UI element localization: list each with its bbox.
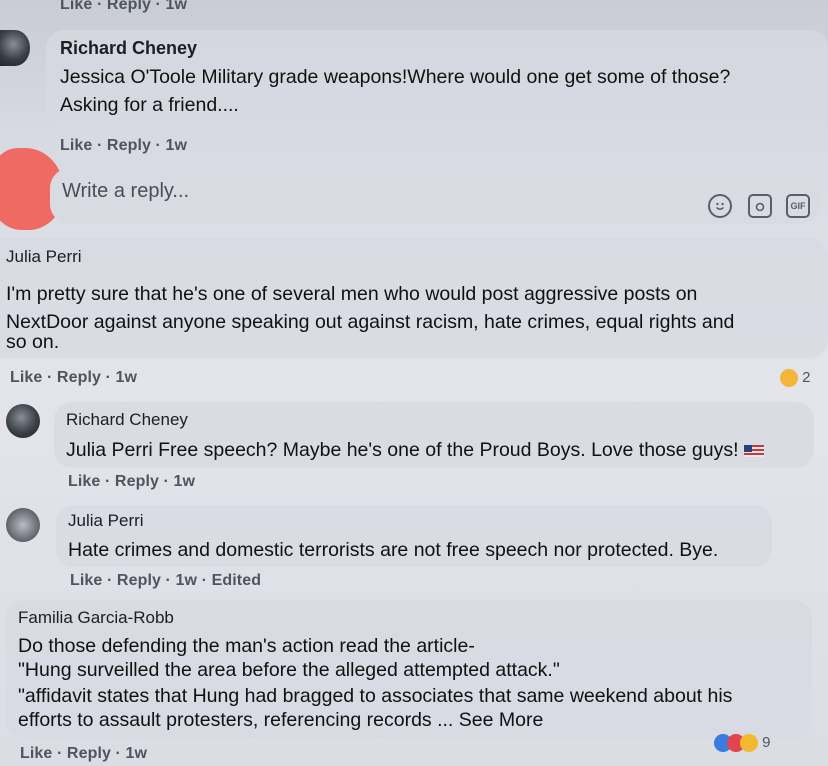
comment-actions[interactable]: Like · Reply · 1w — [10, 369, 137, 387]
reaction-summary[interactable]: 2 — [780, 369, 811, 388]
avatar[interactable] — [0, 30, 30, 66]
comment-author[interactable]: Familia Garcia-Robb — [18, 608, 174, 628]
comment-actions[interactable]: Like · Reply · 1w — [68, 473, 195, 491]
reaction-count: 2 — [802, 369, 811, 386]
comment-text-line: efforts to assault protesters, referenci… — [18, 709, 544, 731]
comment-author[interactable]: Julia Perri — [68, 511, 144, 531]
comment-text-line: Asking for a friend.... — [60, 94, 239, 116]
gif-label: GIF — [790, 201, 806, 211]
haha-emoji-icon — [740, 734, 758, 753]
comment-author[interactable]: Julia Perri — [6, 247, 82, 267]
comment-author[interactable]: Richard Cheney — [66, 410, 188, 430]
comment-actions[interactable]: Like · Reply · 1w — [60, 137, 187, 155]
reply-input[interactable]: Write a reply... — [62, 180, 189, 203]
comment-actions[interactable]: Like · Reply · 1w · Edited — [70, 572, 261, 590]
reaction-count: 9 — [762, 734, 771, 751]
us-flag-icon — [743, 444, 764, 457]
camera-icon[interactable] — [748, 194, 772, 218]
comment-text-line: I'm pretty sure that he's one of several… — [6, 283, 698, 305]
comment-text-line: "Hung surveilled the area before the all… — [18, 659, 560, 681]
avatar[interactable] — [6, 404, 40, 438]
sad-emoji-icon — [780, 369, 798, 388]
comment-text-line: Julia Perri Free speech? Maybe he's one … — [66, 436, 764, 464]
comment-text-line: NextDoor against anyone speaking out aga… — [6, 311, 735, 333]
comment-meta-top: Like · Reply · 1w — [60, 0, 188, 13]
reaction-summary[interactable]: 9 — [714, 734, 771, 753]
smiley-icon[interactable] — [708, 194, 732, 218]
avatar[interactable] — [6, 508, 40, 542]
comment-text: Julia Perri Free speech? Maybe he's one … — [66, 439, 739, 461]
comment-text-line: so on. — [6, 331, 60, 353]
comment-text-line: Jessica O'Toole Military grade weapons!W… — [60, 66, 731, 88]
comment-author[interactable]: Richard Cheney — [60, 38, 197, 59]
comment-text-line: Hate crimes and domestic terrorists are … — [68, 539, 719, 561]
comment-actions[interactable]: Like · Reply · 1w — [20, 745, 147, 763]
gif-icon[interactable]: GIF — [786, 194, 810, 218]
